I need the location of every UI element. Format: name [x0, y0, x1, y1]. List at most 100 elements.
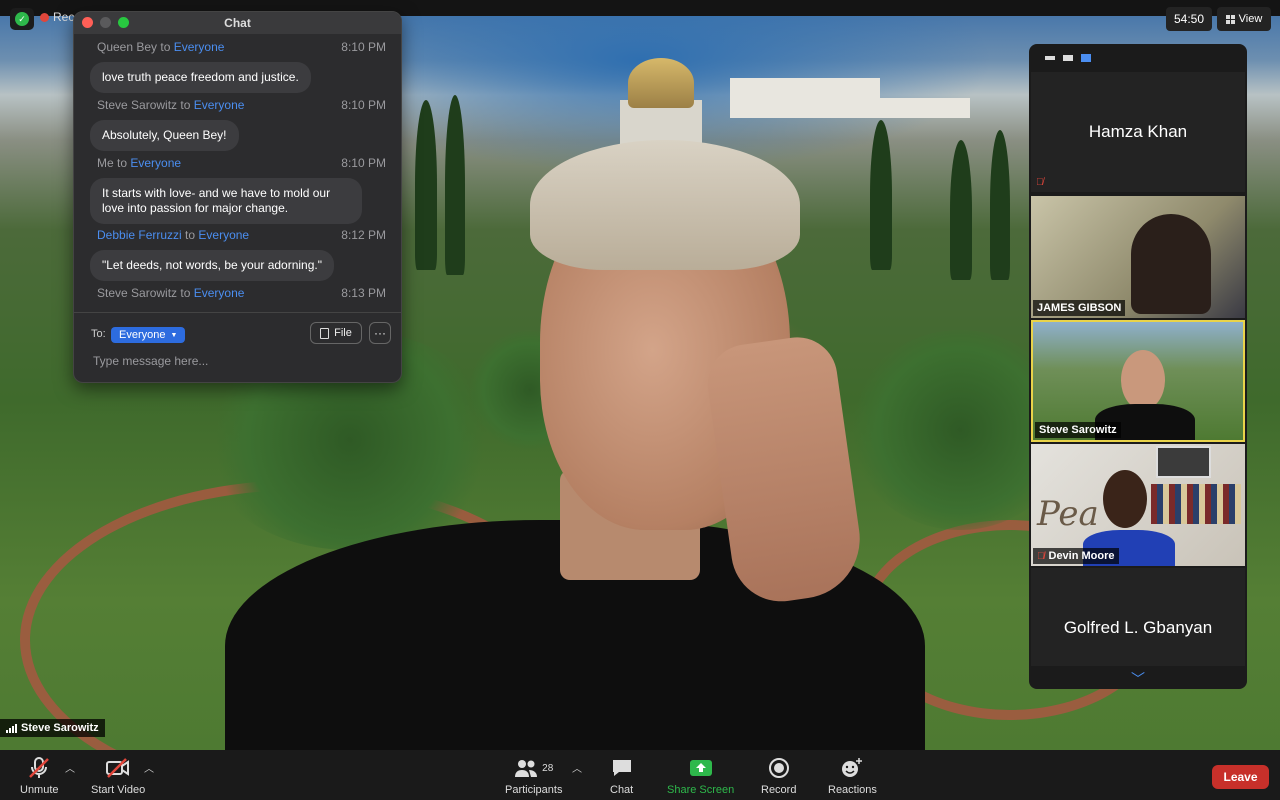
to-label: To: — [91, 328, 106, 340]
chat-message-list[interactable]: Queen Bey to Everyone 8:10 PM love truth… — [74, 34, 401, 310]
chat-panel[interactable]: Chat Queen Bey to Everyone 8:10 PM love … — [73, 11, 402, 383]
more-options-button[interactable]: ··· — [369, 322, 391, 344]
participants-button[interactable]: 28 Participants — [505, 756, 562, 796]
wall-photo — [1156, 446, 1211, 478]
message-recipient[interactable]: Everyone — [174, 40, 225, 54]
message-sender[interactable]: Debbie Ferruzzi — [97, 228, 182, 242]
message-to-word: to — [160, 40, 171, 54]
leave-button[interactable]: Leave — [1212, 765, 1269, 789]
dropdown-caret-icon: ▼ — [170, 331, 178, 339]
message-time: 8:10 PM — [341, 40, 386, 54]
minimize-strip-icon[interactable] — [1045, 56, 1055, 60]
window-controls — [82, 17, 129, 28]
participant-name-label: Steve Sarowitz — [1035, 422, 1121, 438]
reactions-label: Reactions — [828, 784, 877, 796]
cypress-tree — [415, 100, 437, 270]
participant-tile[interactable]: Steve Sarowitz — [1031, 320, 1245, 442]
grid-view-icon — [1225, 14, 1235, 24]
participant-tile[interactable]: JAMES GIBSON — [1031, 196, 1245, 318]
meeting-toolbar: Unmute ︿ Start Video ︿ 28 Participants ︿… — [0, 750, 1280, 800]
participant-tile[interactable]: Hamza Khan 🎙̸ — [1031, 72, 1245, 192]
participant-tile[interactable]: Pea 🎙̸ Devin Moore — [1031, 444, 1245, 566]
message-time: 8:10 PM — [341, 156, 386, 170]
chat-bubble-icon — [611, 756, 633, 780]
share-screen-label: Share Screen — [667, 784, 735, 796]
view-button[interactable]: View — [1217, 7, 1271, 31]
recording-indicator[interactable]: Rec — [40, 10, 74, 24]
muted-mic-icon — [27, 756, 51, 780]
maximize-window-icon[interactable] — [118, 17, 129, 28]
participant-name: JAMES GIBSON — [1037, 302, 1122, 314]
message-bubble: "Let deeds, not words, be your adorning.… — [90, 250, 334, 281]
hide-video-icon[interactable] — [1063, 55, 1073, 61]
participant-tile[interactable]: Golfred L. Gbanyan — [1031, 568, 1245, 666]
scroll-down-chevron-icon[interactable]: ﹀ — [1029, 669, 1247, 689]
message-recipient[interactable]: Everyone — [130, 156, 181, 170]
muted-mic-icon: 🎙̸ — [1037, 550, 1045, 562]
message-header: Me to Everyone — [97, 156, 181, 170]
start-video-button[interactable]: Start Video — [91, 756, 145, 796]
cypress-tree — [445, 95, 465, 275]
message-header: Queen Bey to Everyone — [97, 40, 224, 54]
participant-name: Devin Moore — [1048, 550, 1115, 562]
record-icon — [768, 756, 790, 780]
chat-titlebar[interactable]: Chat — [74, 12, 401, 34]
close-window-icon[interactable] — [82, 17, 93, 28]
file-button[interactable]: File — [310, 322, 362, 344]
participant-name: Steve Sarowitz — [1039, 424, 1117, 436]
person-hair — [530, 140, 800, 270]
security-shield-icon[interactable]: ✓ — [10, 8, 34, 30]
meeting-timer: 54:50 — [1166, 7, 1212, 31]
participant-name: Golfred L. Gbanyan — [1063, 618, 1213, 637]
message-bubble: love truth peace freedom and justice. — [90, 62, 311, 93]
participant-name-label: 🎙̸ Devin Moore — [1033, 548, 1119, 564]
signal-strength-icon — [6, 723, 17, 733]
message-header: Steve Sarowitz to Everyone — [97, 286, 244, 300]
golden-dome — [628, 58, 694, 108]
reactions-button[interactable]: Reactions — [828, 756, 877, 796]
file-label: File — [334, 327, 352, 339]
cypress-tree — [870, 120, 892, 270]
bookshelf — [1151, 484, 1241, 524]
participant-video-figure — [1121, 350, 1165, 410]
message-header: Steve Sarowitz to Everyone — [97, 98, 244, 112]
unmute-button[interactable]: Unmute — [20, 756, 59, 796]
unmute-label: Unmute — [20, 784, 59, 796]
gallery-strip: Hamza Khan 🎙̸ JAMES GIBSON Steve Sarowit… — [1029, 44, 1247, 689]
message-recipient[interactable]: Everyone — [194, 286, 245, 300]
message-bubble: Absolutely, Queen Bey! — [90, 120, 239, 151]
audio-options-caret-icon[interactable]: ︿ — [65, 760, 75, 775]
message-to-word: to — [180, 98, 191, 112]
share-screen-button[interactable]: Share Screen — [667, 756, 734, 796]
zoom-meeting-window: ✓ Rec 54:50 View Steve Sarowitz Chat Que… — [0, 0, 1280, 800]
speaker-name: Steve Sarowitz — [21, 722, 99, 734]
message-sender: Steve Sarowitz — [97, 98, 178, 112]
share-screen-icon — [689, 756, 713, 780]
recipient-dropdown[interactable]: Everyone ▼ — [111, 327, 186, 343]
participants-caret-icon[interactable]: ︿ — [572, 760, 582, 775]
recipient-value: Everyone — [119, 329, 166, 341]
message-time: 8:10 PM — [341, 98, 386, 112]
chat-button[interactable]: Chat — [610, 756, 633, 796]
file-icon — [320, 327, 330, 339]
record-dot-icon — [40, 12, 49, 22]
participants-count: 28 — [542, 762, 554, 774]
chat-message-input[interactable] — [93, 352, 383, 370]
video-options-caret-icon[interactable]: ︿ — [144, 760, 154, 775]
cypress-tree — [950, 140, 972, 280]
active-speaker-label: Steve Sarowitz — [0, 719, 105, 737]
peace-sign-decor: Pea — [1037, 494, 1099, 534]
participant-name: Hamza Khan — [1088, 122, 1188, 141]
view-label: View — [1238, 13, 1263, 25]
video-off-icon — [105, 756, 131, 780]
participant-name-label: JAMES GIBSON — [1033, 300, 1126, 316]
minimize-window-icon[interactable] — [100, 17, 111, 28]
record-button[interactable]: Record — [761, 756, 796, 796]
strip-layout-icon[interactable] — [1081, 54, 1091, 62]
message-recipient[interactable]: Everyone — [194, 98, 245, 112]
message-to-word: to — [117, 156, 128, 170]
message-sender: Steve Sarowitz — [97, 286, 178, 300]
cypress-tree — [990, 130, 1010, 280]
message-to-word: to — [180, 286, 191, 300]
message-recipient[interactable]: Everyone — [198, 228, 249, 242]
